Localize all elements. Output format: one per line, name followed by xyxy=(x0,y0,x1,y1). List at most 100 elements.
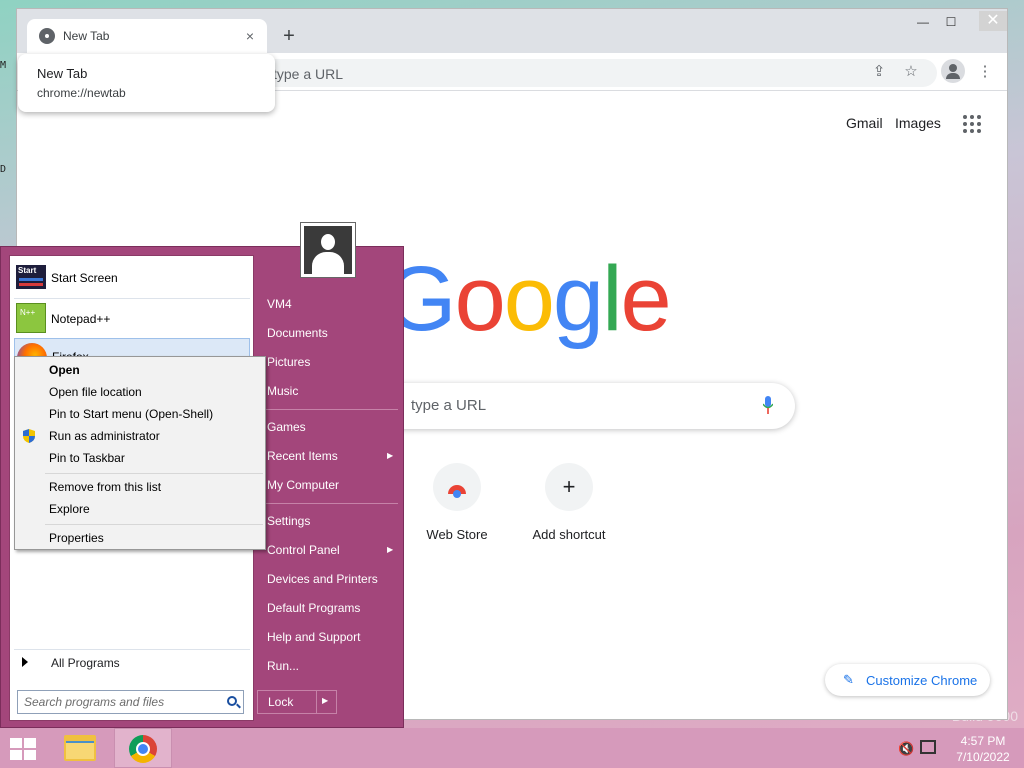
all-programs-label: All Programs xyxy=(51,656,120,670)
ctx-open[interactable]: Open xyxy=(49,363,80,377)
ctx-remove-from-list[interactable]: Remove from this list xyxy=(49,480,161,494)
shortcut-label: Add shortcut xyxy=(532,527,606,542)
ctx-run-as-admin[interactable]: Run as administrator xyxy=(49,429,160,443)
start-screen-icon: Start xyxy=(16,265,46,289)
omnibox-placeholder: type a URL xyxy=(273,66,344,82)
user-avatar-icon xyxy=(304,226,352,274)
windows-start-icon[interactable] xyxy=(10,737,38,761)
separator xyxy=(14,649,250,650)
context-menu: Open Open file location Pin to Start men… xyxy=(14,356,266,550)
menu-kebab-icon[interactable]: ⋮ xyxy=(975,62,995,82)
logo-letter: e xyxy=(620,248,672,350)
pinned-notepadpp[interactable]: N++ Notepad++ xyxy=(14,301,250,337)
ctx-explore[interactable]: Explore xyxy=(49,502,90,516)
hover-card-title: New Tab xyxy=(37,66,88,81)
volume-muted-icon[interactable]: 🔇 xyxy=(898,741,914,757)
taskbar-chrome-button[interactable] xyxy=(114,728,172,768)
separator xyxy=(263,503,398,504)
maximize-button[interactable]: ☐ xyxy=(937,13,965,33)
apps-grid-icon[interactable] xyxy=(963,115,981,133)
chrome-icon xyxy=(129,735,157,763)
shortcut-add[interactable]: + Add shortcut xyxy=(519,463,619,542)
separator xyxy=(45,524,263,525)
start-item-devices-printers[interactable]: Devices and Printers xyxy=(267,572,378,586)
start-item-run[interactable]: Run... xyxy=(267,659,299,673)
clock-date: 7/10/2022 xyxy=(956,750,1010,764)
ctx-pin-taskbar[interactable]: Pin to Taskbar xyxy=(49,451,125,465)
ctx-open-file-location[interactable]: Open file location xyxy=(49,385,142,399)
divider xyxy=(316,691,317,713)
start-item-vm4[interactable]: VM4 xyxy=(267,297,292,311)
clock[interactable]: 4:57 PM 7/10/2022 xyxy=(948,733,1018,765)
search-box[interactable]: type a URL xyxy=(377,383,795,429)
pinned-label: Start Screen xyxy=(51,271,118,285)
start-item-default-programs[interactable]: Default Programs xyxy=(267,601,360,615)
add-shortcut-icon: + xyxy=(545,463,593,511)
separator xyxy=(45,473,263,474)
web-store-icon xyxy=(433,463,481,511)
uac-shield-icon xyxy=(23,429,35,443)
customize-label: Customize Chrome xyxy=(866,673,978,688)
lock-button[interactable]: Lock ▶ xyxy=(257,690,337,714)
logo-letter: o xyxy=(503,248,555,350)
pinned-label: Notepad++ xyxy=(51,312,111,326)
ctx-properties[interactable]: Properties xyxy=(49,531,104,545)
shortcut-web-store[interactable]: Web Store xyxy=(407,463,507,542)
shortcut-label: Web Store xyxy=(426,527,488,542)
start-item-games[interactable]: Games xyxy=(267,420,306,434)
taskbar: 🔇 4:57 PM 7/10/2022 xyxy=(0,728,1024,768)
hover-card-url: chrome://newtab xyxy=(37,86,126,100)
clock-time: 4:57 PM xyxy=(960,734,1006,748)
start-search-input[interactable]: Search programs and files xyxy=(17,690,244,714)
logo-letter: o xyxy=(454,248,506,350)
start-item-help-support[interactable]: Help and Support xyxy=(267,630,360,644)
profile-avatar-icon[interactable] xyxy=(941,59,965,83)
triangle-right-icon xyxy=(22,657,28,667)
customize-chrome-button[interactable]: ✎ Customize Chrome xyxy=(825,664,990,696)
microphone-icon[interactable] xyxy=(763,396,773,414)
tab-title: New Tab xyxy=(63,29,110,43)
all-programs-button[interactable]: All Programs xyxy=(14,654,250,674)
user-picture[interactable] xyxy=(300,222,356,278)
start-item-documents[interactable]: Documents xyxy=(267,326,328,340)
chrome-favicon-icon xyxy=(39,28,55,44)
submenu-arrow-icon: ▶ xyxy=(387,451,394,460)
start-search-placeholder: Search programs and files xyxy=(24,695,165,709)
logo-letter: l xyxy=(602,248,623,350)
start-item-my-computer[interactable]: My Computer xyxy=(267,478,339,492)
lock-label: Lock xyxy=(268,695,294,709)
logo-letter: g xyxy=(552,248,604,350)
start-item-control-panel[interactable]: Control Panel xyxy=(267,543,340,557)
search-icon[interactable] xyxy=(227,696,237,706)
minimize-button[interactable]: — xyxy=(909,13,937,33)
file-explorer-icon[interactable] xyxy=(64,735,96,761)
start-item-pictures[interactable]: Pictures xyxy=(267,355,310,369)
close-window-button[interactable]: ✕ xyxy=(979,11,1007,31)
ctx-pin-start-menu[interactable]: Pin to Start menu (Open-Shell) xyxy=(49,407,213,421)
network-icon[interactable] xyxy=(920,740,936,754)
start-item-music[interactable]: Music xyxy=(267,384,298,398)
submenu-arrow-icon: ▶ xyxy=(387,545,394,554)
pinned-start-screen[interactable]: Start Start Screen xyxy=(14,260,250,296)
separator xyxy=(263,409,398,410)
tab-hover-card: New Tab chrome://newtab xyxy=(18,54,275,112)
tab-new-tab[interactable]: New Tab × xyxy=(27,19,267,53)
search-placeholder: type a URL xyxy=(411,397,487,414)
start-item-settings[interactable]: Settings xyxy=(267,514,310,528)
notepadpp-icon: N++ xyxy=(16,303,46,333)
share-icon[interactable]: ⇪ xyxy=(869,62,889,82)
start-item-recent-items[interactable]: Recent Items xyxy=(267,449,338,463)
gmail-link[interactable]: Gmail xyxy=(846,115,883,131)
bookmark-star-icon[interactable]: ☆ xyxy=(901,62,921,82)
separator xyxy=(14,298,250,299)
pencil-icon: ✎ xyxy=(843,672,854,687)
images-link[interactable]: Images xyxy=(895,115,941,131)
desktop-icon-fragment[interactable]: M xyxy=(0,60,10,74)
tab-strip: New Tab × + — ☐ ✕ xyxy=(17,9,1007,53)
tab-close-button[interactable]: × xyxy=(241,27,259,45)
google-logo: Google xyxy=(385,247,672,352)
new-tab-button[interactable]: + xyxy=(277,25,301,49)
lock-options-arrow-icon[interactable]: ▶ xyxy=(322,696,328,705)
desktop-icon-fragment[interactable]: D xyxy=(0,164,10,178)
omnibox[interactable]: type a URL xyxy=(225,59,937,87)
